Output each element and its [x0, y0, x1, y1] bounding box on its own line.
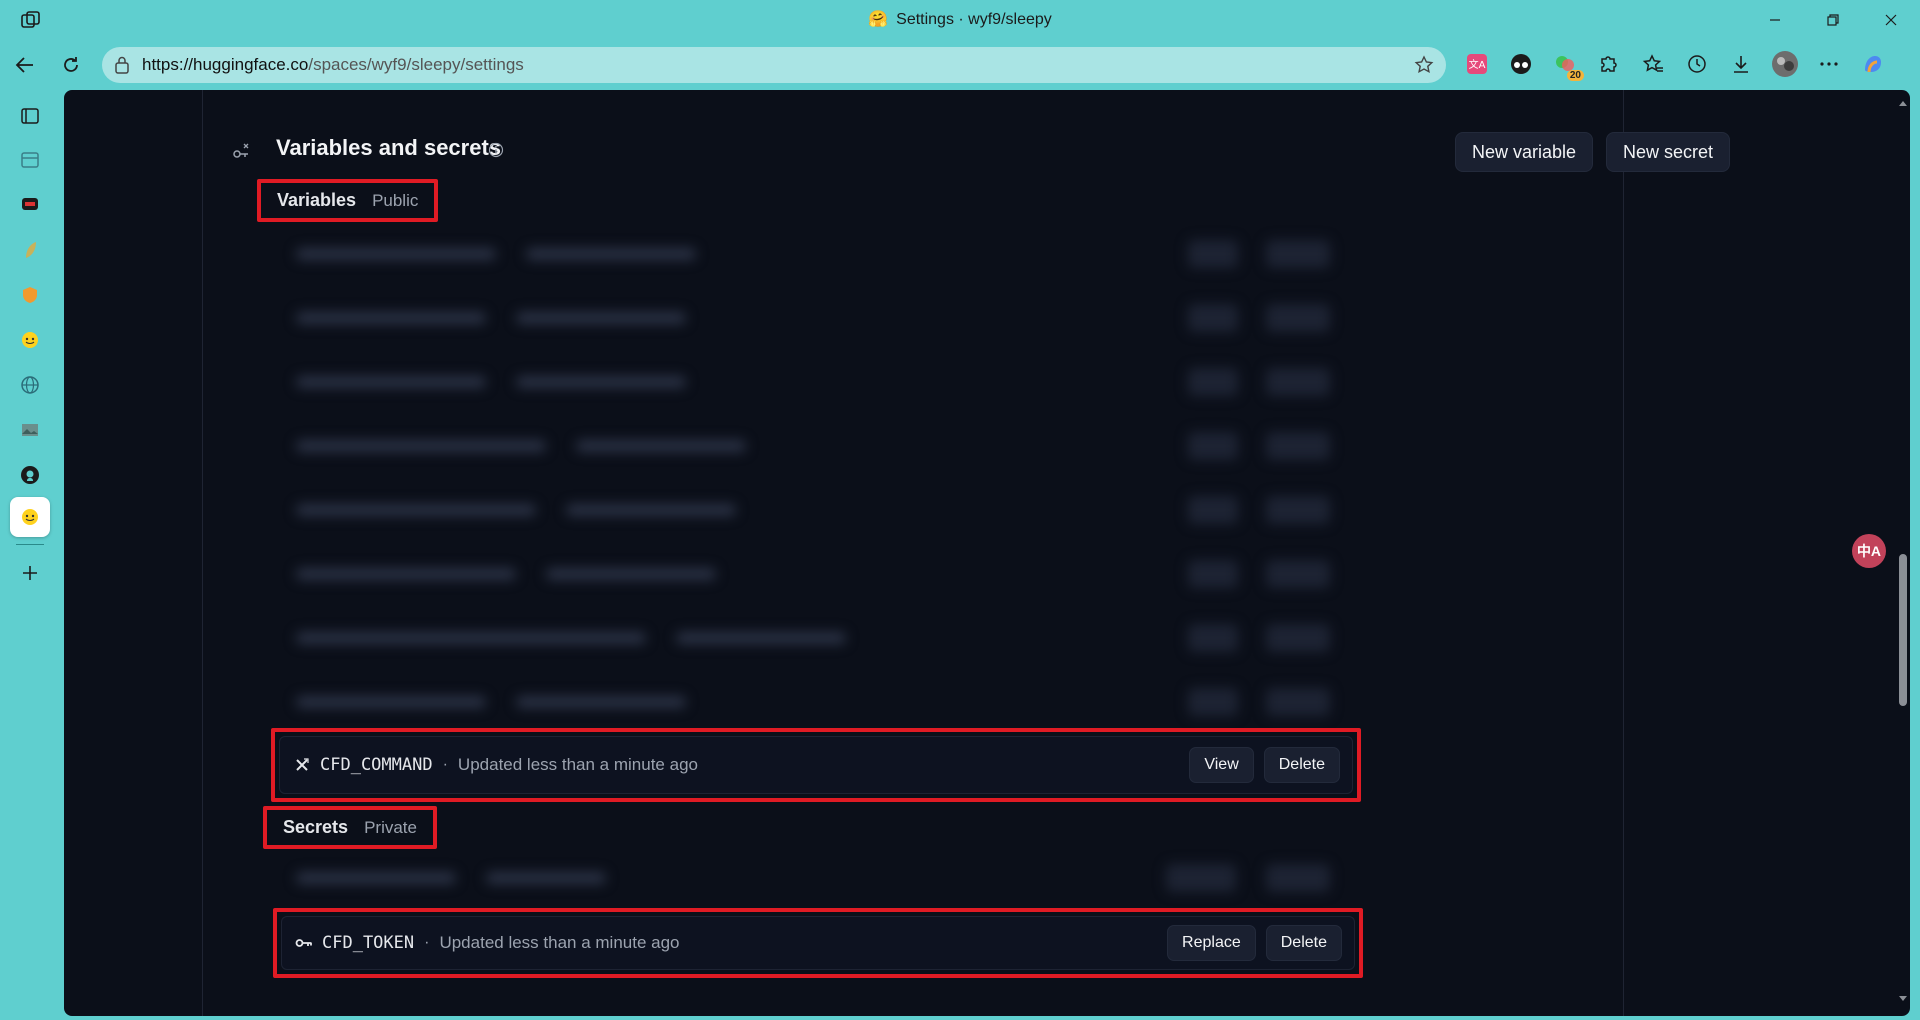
blurred-variable-row	[276, 608, 1346, 666]
blurred-variable-row	[276, 352, 1346, 410]
sidebar-app-leaf-icon[interactable]	[12, 232, 48, 268]
variable-x-icon	[292, 755, 312, 775]
sidebar-app-globe-icon[interactable]	[12, 367, 48, 403]
translate-extension-icon[interactable]: 文A	[1462, 49, 1492, 79]
variable-row-cfd-command: CFD_COMMAND · Updated less than a minute…	[279, 736, 1353, 794]
window-title-text: Settings · wyf9/sleepy	[896, 11, 1052, 28]
secrets-heading-label: Secrets	[283, 817, 349, 837]
profile-avatar[interactable]	[1770, 49, 1800, 79]
browser-sidebar	[0, 92, 62, 1020]
history-icon[interactable]	[1682, 49, 1712, 79]
url-path: /spaces/wyf9/sleepy/settings	[308, 55, 524, 74]
variables-heading: Variables Public	[257, 179, 439, 222]
floating-translate-button[interactable]: 中A	[1852, 534, 1886, 568]
variables-heading-label: Variables	[277, 190, 357, 210]
sidebar-app-huggingface-icon[interactable]	[12, 322, 48, 358]
more-menu-icon[interactable]	[1814, 49, 1844, 79]
title-bar: 🤗 Settings · wyf9/sleepy	[0, 0, 1920, 40]
secret-name: CFD_TOKEN	[322, 933, 415, 953]
blurred-variable-row	[276, 224, 1346, 282]
delete-variable-button[interactable]: Delete	[1263, 747, 1340, 783]
lock-icon[interactable]	[114, 56, 130, 79]
blurred-variable-row	[276, 416, 1346, 474]
huggingface-favicon-icon: 🤗	[868, 11, 889, 28]
delete-secret-button[interactable]: Delete	[1265, 925, 1342, 961]
section-title: Variables and secrets	[276, 135, 502, 160]
extensions-puzzle-icon[interactable]	[1594, 49, 1624, 79]
copilot-icon[interactable]	[1858, 49, 1888, 79]
close-window-button[interactable]	[1862, 0, 1920, 40]
favorites-icon[interactable]	[1638, 49, 1668, 79]
page-scrollbar[interactable]	[1896, 92, 1910, 1010]
info-icon[interactable]	[488, 142, 504, 163]
scroll-up-arrow-icon[interactable]	[1898, 98, 1908, 108]
scrollbar-thumb[interactable]	[1899, 554, 1907, 706]
sidebar-app-image-icon[interactable]	[12, 412, 48, 448]
secrets-visibility-label: Private	[364, 818, 417, 837]
new-secret-button[interactable]: New secret	[1606, 132, 1731, 172]
blurred-variable-row	[276, 288, 1346, 346]
blurred-variable-row	[276, 672, 1346, 730]
variables-visibility-label: Public	[372, 191, 419, 210]
scroll-down-arrow-icon[interactable]	[1898, 994, 1908, 1004]
new-variable-button[interactable]: New variable	[1455, 132, 1594, 172]
sidebar-app-calendar-icon[interactable]	[12, 142, 48, 178]
svg-text:文A: 文A	[1469, 58, 1486, 71]
sidebar-app-shield-icon[interactable]	[12, 277, 48, 313]
back-button[interactable]	[10, 50, 40, 80]
key-variable-icon	[232, 142, 252, 165]
blurred-variable-row	[276, 480, 1346, 538]
secret-updated-text: Updated less than a minute ago	[439, 933, 680, 952]
workspaces-icon[interactable]	[20, 10, 42, 30]
refresh-button[interactable]	[56, 50, 86, 80]
sidebar-app-huggingface-active-icon[interactable]	[10, 497, 50, 537]
restore-button[interactable]	[1804, 0, 1862, 40]
add-sidebar-app-icon[interactable]	[12, 555, 48, 591]
url-host: https://huggingface.co	[142, 55, 309, 74]
window-title: 🤗 Settings · wyf9/sleepy	[868, 11, 1052, 29]
view-variable-button[interactable]: View	[1189, 747, 1254, 783]
blurred-variable-row	[276, 544, 1346, 602]
variable-updated-text: Updated less than a minute ago	[457, 755, 698, 774]
variable-highlight: CFD_COMMAND · Updated less than a minute…	[271, 728, 1361, 802]
favorite-star-icon[interactable]	[1414, 55, 1434, 80]
sidebar-app-github-icon[interactable]	[12, 457, 48, 493]
separator-dot: ·	[442, 756, 448, 773]
page-content: Variables and secrets New variable New s…	[64, 90, 1910, 1016]
secret-row-cfd-token: CFD_TOKEN · Updated less than a minute a…	[281, 916, 1355, 970]
minimize-button[interactable]	[1746, 0, 1804, 40]
downloads-icon[interactable]	[1726, 49, 1756, 79]
address-bar[interactable]: https://huggingface.co/spaces/wyf9/sleep…	[102, 47, 1446, 83]
colorful-extension-icon[interactable]: 20	[1550, 49, 1584, 81]
separator-dot: ·	[424, 934, 430, 951]
extension-badge: 20	[1566, 70, 1584, 81]
variable-name: CFD_COMMAND	[320, 755, 433, 775]
tabs-panel-icon[interactable]	[12, 98, 48, 134]
sidebar-app-media-icon[interactable]	[12, 186, 48, 222]
blurred-secret-row	[276, 848, 1346, 906]
secrets-heading: Secrets Private	[263, 806, 437, 849]
secret-highlight: CFD_TOKEN · Updated less than a minute a…	[273, 908, 1363, 978]
incognito-extension-icon[interactable]	[1506, 49, 1536, 79]
navigation-bar: https://huggingface.co/spaces/wyf9/sleep…	[0, 44, 1920, 84]
sidebar-divider	[16, 544, 44, 545]
key-icon	[294, 933, 314, 953]
replace-secret-button[interactable]: Replace	[1167, 925, 1256, 961]
